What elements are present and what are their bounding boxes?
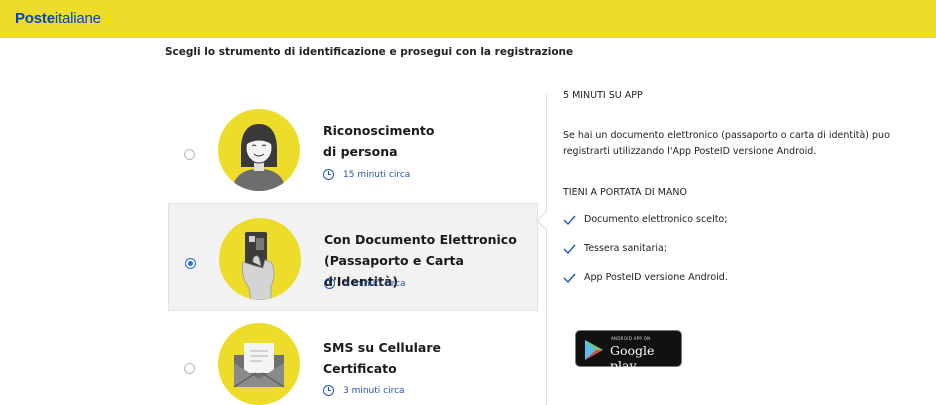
option-title-line1: Con Documento Elettronico (324, 232, 517, 247)
logo-bold-text: Poste (15, 10, 55, 27)
option-sms[interactable]: SMS su Cellulare Certificato 3 minuti ci… (168, 313, 538, 405)
radio-sms[interactable] (184, 363, 195, 374)
check-icon (563, 273, 576, 283)
radio-electronic-document[interactable] (185, 258, 196, 269)
panel-heading: 5 MINUTI SU APP (563, 90, 643, 101)
panel-description-line2: registrarti utilizzando l'App PosteID ve… (563, 146, 817, 157)
option-time-label: 5 minuti circa (344, 278, 406, 289)
checklist-item-label: Tessera sanitaria; (584, 243, 668, 254)
option-electronic-document[interactable]: Con Documento Elettronico (Passaporto e … (168, 203, 538, 311)
option-title: Riconoscimento di persona (323, 120, 435, 162)
panel-description-line1: Se hai un documento elettronico (passapo… (563, 130, 890, 141)
panel-divider (546, 94, 547, 405)
person-icon (218, 109, 300, 191)
selection-pointer (536, 211, 555, 230)
option-time-label: 3 minuti circa (343, 385, 405, 396)
option-time: 5 minuti circa (324, 278, 406, 289)
id-card-hand-icon (219, 218, 301, 300)
option-time: 15 minuti circa (323, 169, 410, 180)
clock-icon (323, 169, 334, 180)
header-bar: Posteitaliane (0, 0, 936, 38)
check-icon (563, 215, 576, 225)
check-icon (563, 244, 576, 254)
option-time-label: 15 minuti circa (343, 169, 411, 180)
checklist-item: Documento elettronico scelto; (563, 214, 727, 225)
checklist-heading: TIENI A PORTATA DI MANO (563, 187, 687, 198)
option-in-person[interactable]: Riconoscimento di persona 15 minuti circ… (168, 95, 538, 203)
option-title-line2: Certificato (323, 361, 397, 376)
option-title-line2: di persona (323, 144, 398, 159)
google-play-badge[interactable]: ANDROID APP ON Google play (575, 330, 682, 373)
option-title-line1: Riconoscimento (323, 123, 435, 138)
page-instruction: Scegli lo strumento di identificazione e… (165, 46, 574, 58)
logo-light-text: italiane (54, 10, 101, 27)
badge-big-text: Google play (610, 343, 655, 373)
radio-in-person[interactable] (184, 149, 195, 160)
play-store-icon (585, 340, 603, 360)
badge-small-text: ANDROID APP ON (611, 336, 651, 341)
clock-icon (324, 278, 335, 289)
option-time: 3 minuti circa (323, 385, 405, 396)
checklist-item-label: Documento elettronico scelto; (584, 214, 728, 225)
clock-icon (323, 385, 334, 396)
checklist-item: App PosteID versione Android. (563, 272, 728, 283)
panel-description: Se hai un documento elettronico (passapo… (563, 128, 936, 160)
option-title: SMS su Cellulare Certificato (323, 337, 441, 379)
envelope-icon (218, 323, 300, 405)
checklist-item: Tessera sanitaria; (563, 243, 667, 254)
checklist-item-label: App PosteID versione Android. (584, 272, 728, 283)
option-title-line1: SMS su Cellulare (323, 340, 441, 355)
poste-italiane-logo[interactable]: Posteitaliane (15, 10, 101, 27)
